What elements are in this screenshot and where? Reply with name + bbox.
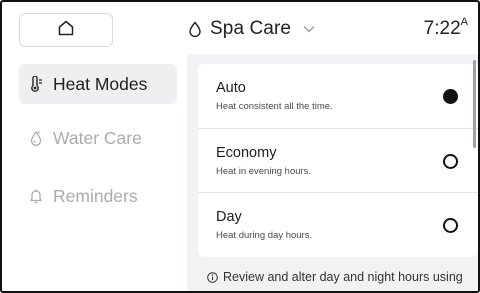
spa-selector[interactable]: Spa Care (188, 10, 315, 48)
option-day[interactable]: Day Heat during day hours. (198, 192, 478, 256)
home-icon (57, 19, 75, 42)
option-description: Heat in evening hours. (216, 166, 312, 177)
scrollbar[interactable] (472, 54, 478, 291)
page-title: Spa Care (210, 18, 292, 39)
option-description: Heat consistent all the time. (216, 101, 333, 112)
option-economy[interactable]: Economy Heat in evening hours. (198, 128, 478, 192)
radio-day[interactable] (443, 218, 458, 233)
option-name: Economy (216, 145, 277, 161)
home-button[interactable] (19, 13, 113, 47)
heat-mode-options: Auto Heat consistent all the time. Econo… (198, 64, 478, 257)
info-icon (207, 268, 218, 286)
option-description: Heat during day hours. (216, 230, 313, 241)
radio-auto[interactable] (443, 89, 458, 104)
sidebar-item-water-care[interactable]: Water Care (19, 118, 177, 158)
clock-time: 7:22 (423, 18, 461, 39)
bell-icon (29, 188, 43, 204)
clock: 7:22A (423, 16, 468, 40)
sidebar-item-label: Reminders (53, 185, 138, 206)
clock-suffix: A (460, 16, 468, 28)
option-name: Day (216, 209, 242, 225)
sidebar-item-label: Water Care (53, 127, 142, 148)
sidebar-item-label: Heat Modes (53, 73, 148, 94)
info-note: Review and alter day and night hours usi… (207, 268, 477, 286)
sidebar-item-heat-modes[interactable]: Heat Modes (19, 64, 177, 104)
radio-economy[interactable] (443, 154, 458, 169)
sidebar-item-reminders[interactable]: Reminders (19, 176, 177, 216)
app-window: Spa Care 7:22A Heat Modes Water Care Rem… (0, 0, 480, 293)
thermometer-icon (29, 76, 43, 92)
scrollbar-thumb[interactable] (473, 60, 476, 148)
sidebar: Heat Modes Water Care Reminders (2, 54, 187, 291)
water-care-icon (29, 130, 43, 146)
heat-mode-panel: Auto Heat consistent all the time. Econo… (187, 54, 478, 291)
option-name: Auto (216, 80, 246, 96)
chevron-down-icon[interactable] (303, 25, 315, 33)
option-auto[interactable]: Auto Heat consistent all the time. (198, 64, 478, 128)
water-drop-icon (188, 21, 202, 37)
info-text: Review and alter day and night hours usi… (223, 270, 463, 284)
